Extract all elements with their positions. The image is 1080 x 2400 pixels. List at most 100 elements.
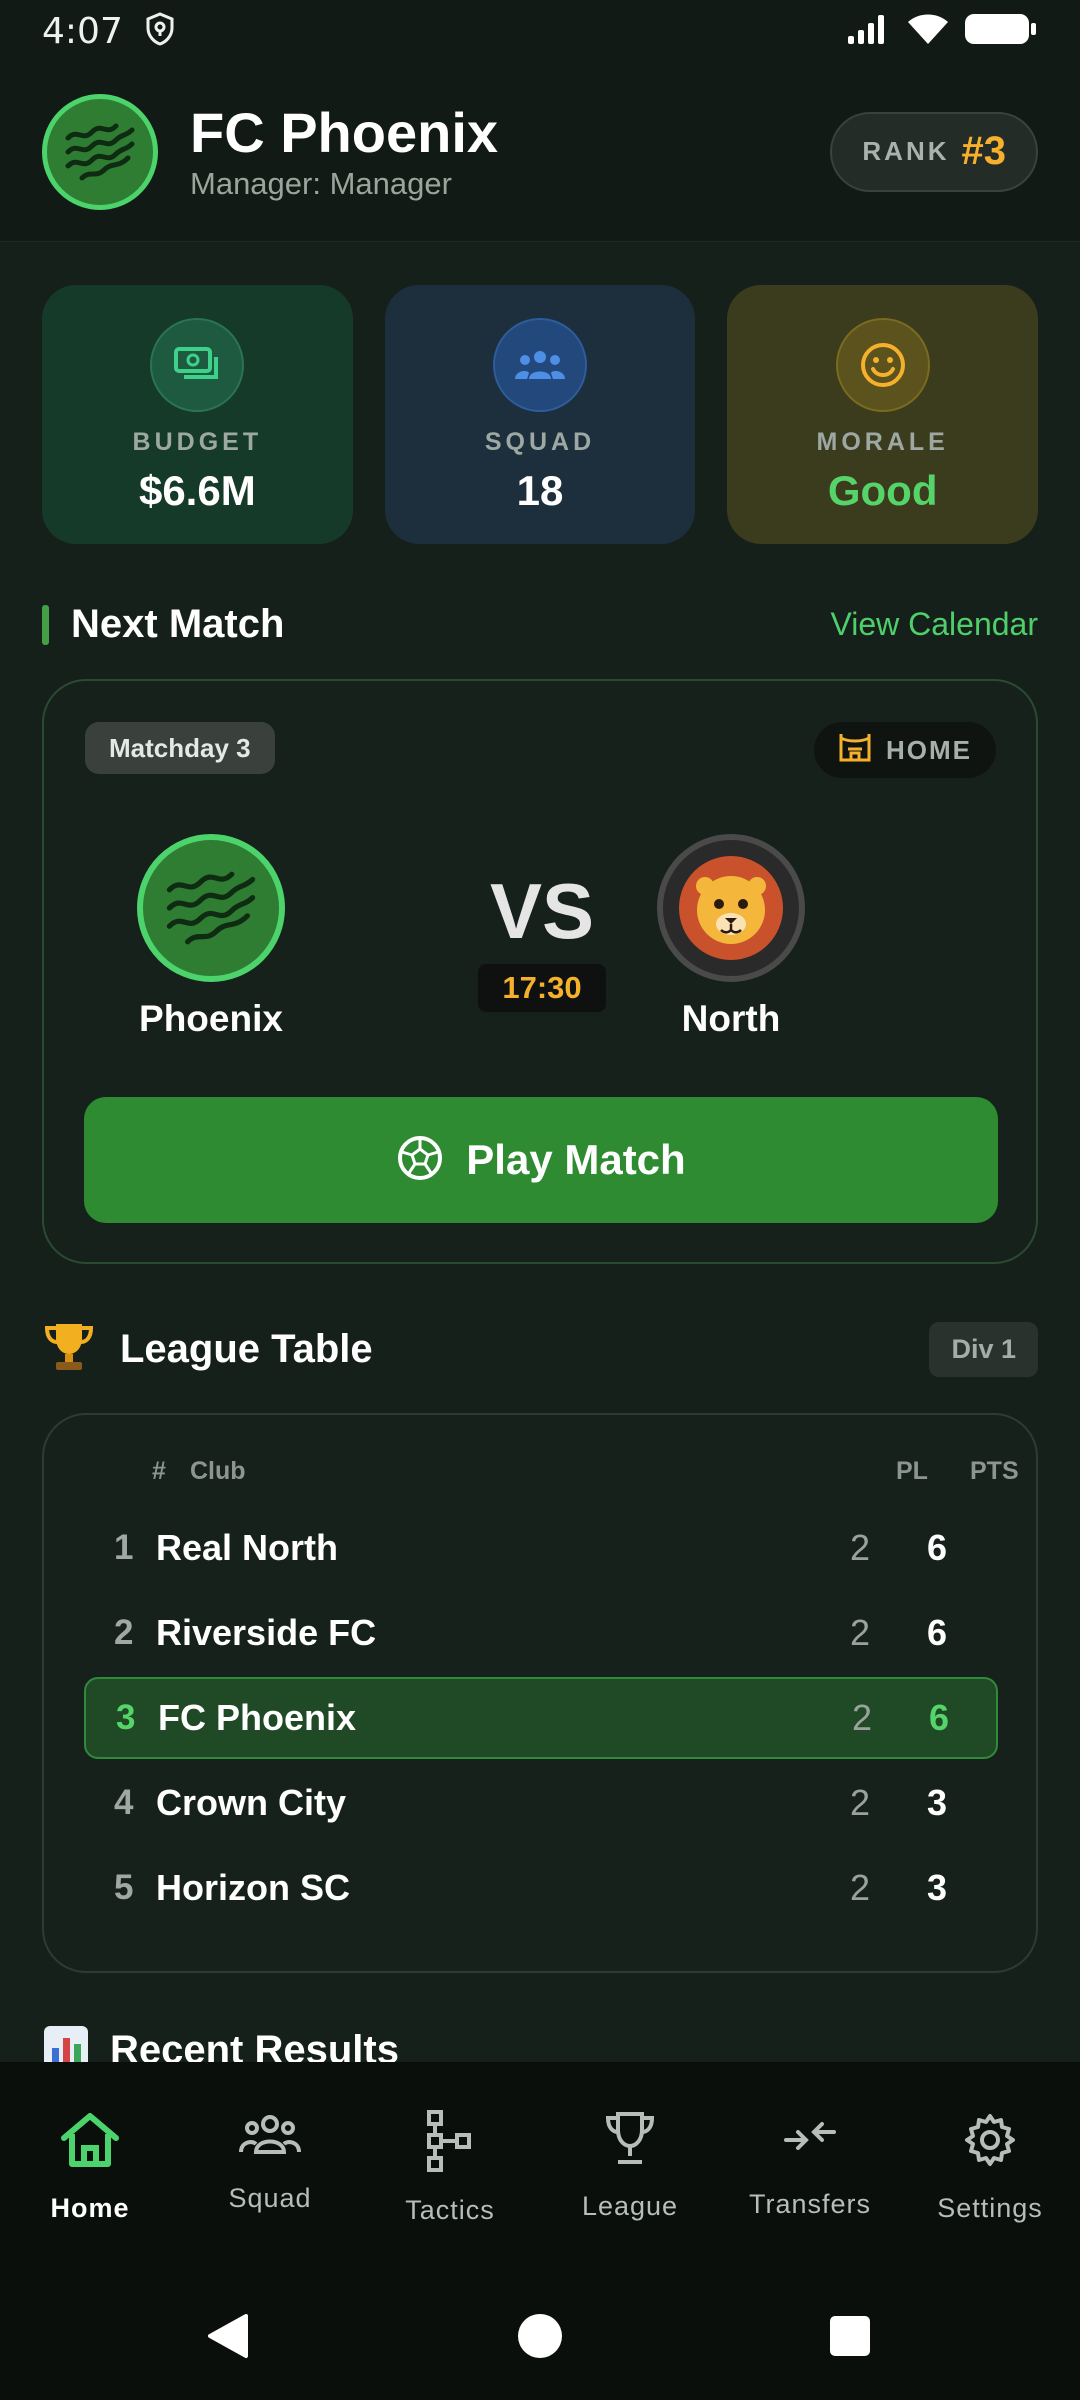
stat-cards: BUDGET $6.6M SQUAD 18 MORALE Good bbox=[42, 285, 1039, 544]
venue-label: HOME bbox=[886, 734, 972, 765]
cash-icon bbox=[150, 318, 245, 412]
away-team-name: North bbox=[681, 998, 781, 1039]
play-match-label: Play Match bbox=[466, 1136, 686, 1183]
battery-icon bbox=[964, 12, 1038, 51]
nav-tactics[interactable]: Tactics bbox=[360, 2110, 540, 2262]
next-match-header: Next Match View Calendar bbox=[42, 602, 1038, 647]
budget-card[interactable]: BUDGET $6.6M bbox=[42, 285, 353, 544]
next-match-title: Next Match bbox=[71, 602, 285, 646]
table-row[interactable]: 2 Riverside FC 2 6 bbox=[84, 1592, 998, 1674]
smiley-icon bbox=[835, 318, 930, 412]
row-points: 6 bbox=[927, 1527, 948, 1568]
trophy-icon bbox=[42, 1320, 96, 1379]
row-points: 3 bbox=[927, 1867, 948, 1908]
system-navigation-bar bbox=[0, 2262, 1080, 2400]
row-played: 2 bbox=[852, 1697, 873, 1738]
matchday-badge: Matchday 3 bbox=[85, 722, 275, 774]
nav-transfers[interactable]: Transfers bbox=[720, 2110, 900, 2262]
row-points: 3 bbox=[927, 1782, 948, 1823]
next-match-card: Matchday 3 HOME Phoenix VS 17:30 North P… bbox=[42, 679, 1038, 1264]
row-club: Riverside FC bbox=[156, 1612, 377, 1653]
nav-league[interactable]: League bbox=[540, 2110, 720, 2262]
morale-label: MORALE bbox=[816, 428, 949, 456]
row-club: Real North bbox=[156, 1527, 339, 1568]
row-points: 6 bbox=[929, 1697, 950, 1738]
table-row-own-club[interactable]: 3 FC Phoenix 2 6 bbox=[84, 1677, 998, 1759]
col-club: Club bbox=[190, 1457, 246, 1485]
section-accent-bar bbox=[42, 604, 49, 645]
table-row[interactable]: 4 Crown City 2 3 bbox=[84, 1762, 998, 1844]
view-calendar-link[interactable]: View Calendar bbox=[830, 606, 1038, 643]
row-club: FC Phoenix bbox=[158, 1697, 357, 1738]
signal-icon bbox=[846, 12, 892, 51]
row-position: 2 bbox=[114, 1613, 134, 1652]
row-position: 5 bbox=[114, 1868, 134, 1907]
row-position: 1 bbox=[114, 1528, 134, 1567]
row-club: Horizon SC bbox=[156, 1867, 350, 1908]
home-circle-icon[interactable] bbox=[516, 2312, 564, 2365]
phoenix-logo-icon bbox=[137, 834, 285, 982]
venue-badge: HOME bbox=[814, 722, 996, 778]
rank-value: #3 bbox=[961, 129, 1007, 173]
nav-settings[interactable]: Settings bbox=[900, 2110, 1080, 2262]
home-team[interactable]: Phoenix bbox=[96, 834, 326, 1040]
status-time: 4:07 bbox=[42, 10, 123, 52]
rank-badge[interactable]: RANK #3 bbox=[830, 111, 1038, 192]
division-badge: Div 1 bbox=[929, 1322, 1038, 1377]
home-team-name: Phoenix bbox=[139, 998, 283, 1039]
home-icon bbox=[58, 2110, 122, 2175]
app-header: FC Phoenix Manager: Manager RANK #3 bbox=[0, 62, 1080, 242]
lion-logo-icon bbox=[657, 834, 805, 982]
nav-league-label: League bbox=[581, 2191, 679, 2221]
nav-settings-label: Settings bbox=[937, 2193, 1043, 2223]
row-played: 2 bbox=[850, 1867, 871, 1908]
manager-name: Manager: Manager bbox=[190, 165, 452, 201]
wifi-icon bbox=[906, 12, 950, 51]
nav-home-label: Home bbox=[50, 2193, 130, 2223]
transfers-icon bbox=[780, 2110, 840, 2171]
back-icon[interactable] bbox=[204, 2312, 250, 2365]
nav-transfers-label: Transfers bbox=[748, 2189, 872, 2219]
vs-label: VS bbox=[489, 867, 595, 955]
league-table-title: League Table bbox=[120, 1327, 373, 1371]
col-pts: PTS bbox=[970, 1457, 1019, 1485]
table-row[interactable]: 5 Horizon SC 2 3 bbox=[84, 1847, 998, 1929]
trophy-outline-icon bbox=[602, 2110, 658, 2173]
row-played: 2 bbox=[850, 1612, 871, 1653]
row-club: Crown City bbox=[156, 1782, 347, 1823]
group-icon bbox=[493, 318, 587, 412]
tactics-icon bbox=[425, 2110, 475, 2177]
row-position: 3 bbox=[116, 1698, 136, 1737]
soccer-ball-icon bbox=[396, 1134, 444, 1187]
col-pos: # bbox=[152, 1457, 166, 1485]
shield-icon bbox=[145, 11, 175, 51]
play-match-button[interactable]: Play Match bbox=[84, 1097, 998, 1223]
col-pl: PL bbox=[896, 1457, 928, 1485]
away-team[interactable]: North bbox=[616, 834, 846, 1040]
rank-label: RANK bbox=[862, 136, 950, 166]
league-table-header: League Table Div 1 bbox=[42, 1320, 1038, 1379]
kickoff-time: 17:30 bbox=[478, 964, 606, 1012]
status-bar: 4:07 bbox=[0, 0, 1080, 62]
stadium-icon bbox=[838, 732, 872, 769]
budget-value: $6.6M bbox=[138, 467, 256, 514]
nav-squad-label: Squad bbox=[228, 2183, 312, 2213]
gear-icon bbox=[960, 2110, 1020, 2175]
nav-squad[interactable]: Squad bbox=[180, 2110, 360, 2262]
nav-home[interactable]: Home bbox=[0, 2110, 180, 2262]
club-badge-icon[interactable] bbox=[42, 93, 158, 210]
recents-icon[interactable] bbox=[828, 2314, 872, 2363]
club-name: FC Phoenix bbox=[190, 100, 499, 164]
table-row[interactable]: 1 Real North 2 6 bbox=[84, 1507, 998, 1589]
nav-tactics-label: Tactics bbox=[405, 2195, 495, 2225]
morale-value: Good bbox=[827, 467, 938, 514]
squad-card[interactable]: SQUAD 18 bbox=[384, 285, 696, 544]
row-position: 4 bbox=[114, 1783, 134, 1822]
row-played: 2 bbox=[850, 1782, 871, 1823]
table-header-row: # Club PL PTS bbox=[108, 1457, 1019, 1493]
budget-label: BUDGET bbox=[132, 428, 263, 456]
league-table: # Club PL PTS 1 Real North 2 6 2 Riversi… bbox=[42, 1413, 1038, 1973]
bottom-navigation: Home Squad Tactics League Transfers Sett… bbox=[0, 2062, 1080, 2262]
morale-card[interactable]: MORALE Good bbox=[727, 285, 1039, 544]
row-played: 2 bbox=[850, 1527, 871, 1568]
